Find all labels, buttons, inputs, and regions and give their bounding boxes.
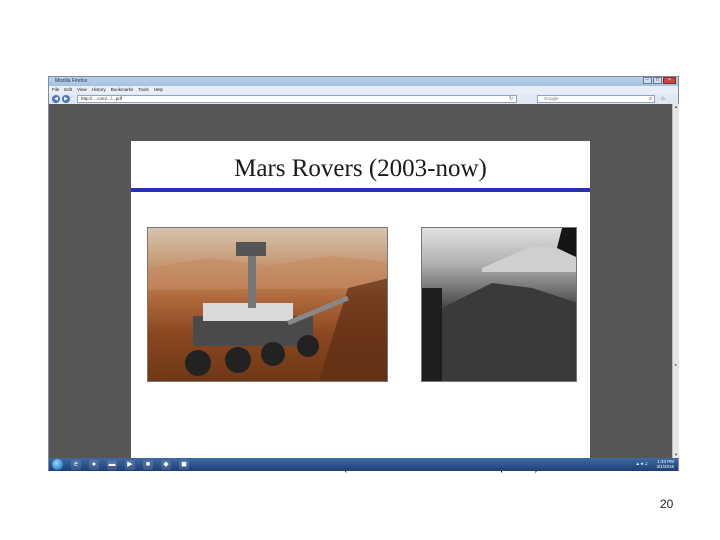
window-controls: – □ × bbox=[643, 77, 676, 84]
address-bar[interactable]: http://....com/.../...pdf bbox=[77, 95, 517, 103]
rover-illustration bbox=[148, 242, 387, 381]
page-number: 20 bbox=[660, 497, 674, 511]
window-titlebar: Mozilla Firefox – □ × bbox=[49, 77, 678, 86]
scroll-thumb[interactable]: ▸ bbox=[673, 362, 679, 368]
slide: Mars Rovers (2003-now) bbox=[131, 141, 590, 484]
minimize-button[interactable]: – bbox=[643, 77, 652, 84]
scroll-up-icon[interactable]: ▲ bbox=[673, 104, 679, 110]
mars-terrain-illustration bbox=[422, 228, 576, 381]
menu-history[interactable]: History bbox=[92, 86, 106, 94]
clock-date: 3/1/2016 bbox=[656, 464, 674, 469]
browser-window: Mozilla Firefox – □ × File Edit View His… bbox=[48, 76, 679, 484]
back-button[interactable]: ◀ bbox=[52, 95, 60, 103]
search-icon[interactable]: ⌕ bbox=[649, 95, 652, 103]
ie-icon[interactable]: e bbox=[71, 459, 81, 470]
vertical-scrollbar[interactable]: ▲ ▸ ▼ bbox=[672, 104, 679, 458]
start-button[interactable] bbox=[52, 459, 63, 470]
menu-bookmarks[interactable]: Bookmarks bbox=[111, 86, 134, 94]
forward-icon: ▶ bbox=[64, 96, 68, 102]
menu-tools[interactable]: Tools bbox=[138, 86, 149, 94]
home-icon[interactable]: ⌂ bbox=[661, 95, 665, 103]
back-icon: ◀ bbox=[54, 96, 58, 102]
system-tray-icons[interactable]: ▴ ◂ ♫ bbox=[636, 461, 648, 467]
menu-edit[interactable]: Edit bbox=[64, 86, 72, 94]
mars-surface-photo bbox=[421, 227, 577, 382]
menu-file[interactable]: File bbox=[52, 86, 59, 94]
system-clock[interactable]: 1:33 PM 3/1/2016 bbox=[656, 459, 674, 469]
search-input[interactable]: Google bbox=[537, 95, 655, 103]
reload-icon[interactable]: ↻ bbox=[509, 95, 513, 103]
window-title: Mozilla Firefox bbox=[55, 78, 88, 84]
maximize-button[interactable]: □ bbox=[653, 77, 662, 84]
windows-taskbar: e ● ▬ ▶ ■ ◆ ◼ ▴ ◂ ♫ 1:33 PM 3/1/2016 bbox=[49, 458, 678, 471]
pdf-icon[interactable]: ■ bbox=[143, 459, 153, 470]
navigation-bar: ◀ ▶ http://....com/.../...pdf ↻ Google ⌕… bbox=[49, 94, 678, 104]
menu-view[interactable]: View bbox=[77, 86, 87, 94]
media-icon[interactable]: ▶ bbox=[125, 459, 135, 470]
app-icon[interactable]: ◼ bbox=[179, 459, 189, 470]
menu-bar: File Edit View History Bookmarks Tools H… bbox=[49, 86, 678, 94]
slide-title: Mars Rovers (2003-now) bbox=[234, 155, 487, 182]
menu-help[interactable]: Help bbox=[154, 86, 163, 94]
folder-icon[interactable]: ▬ bbox=[107, 459, 117, 470]
pdf-viewer: Mars Rovers (2003-now) bbox=[49, 104, 672, 484]
title-underline bbox=[131, 188, 590, 192]
curiosity-rover-photo bbox=[147, 227, 388, 382]
firefox-icon[interactable]: ● bbox=[89, 459, 99, 470]
close-button[interactable]: × bbox=[663, 77, 676, 84]
powerpoint-icon[interactable]: ◆ bbox=[161, 459, 171, 470]
forward-button[interactable]: ▶ bbox=[62, 95, 70, 103]
